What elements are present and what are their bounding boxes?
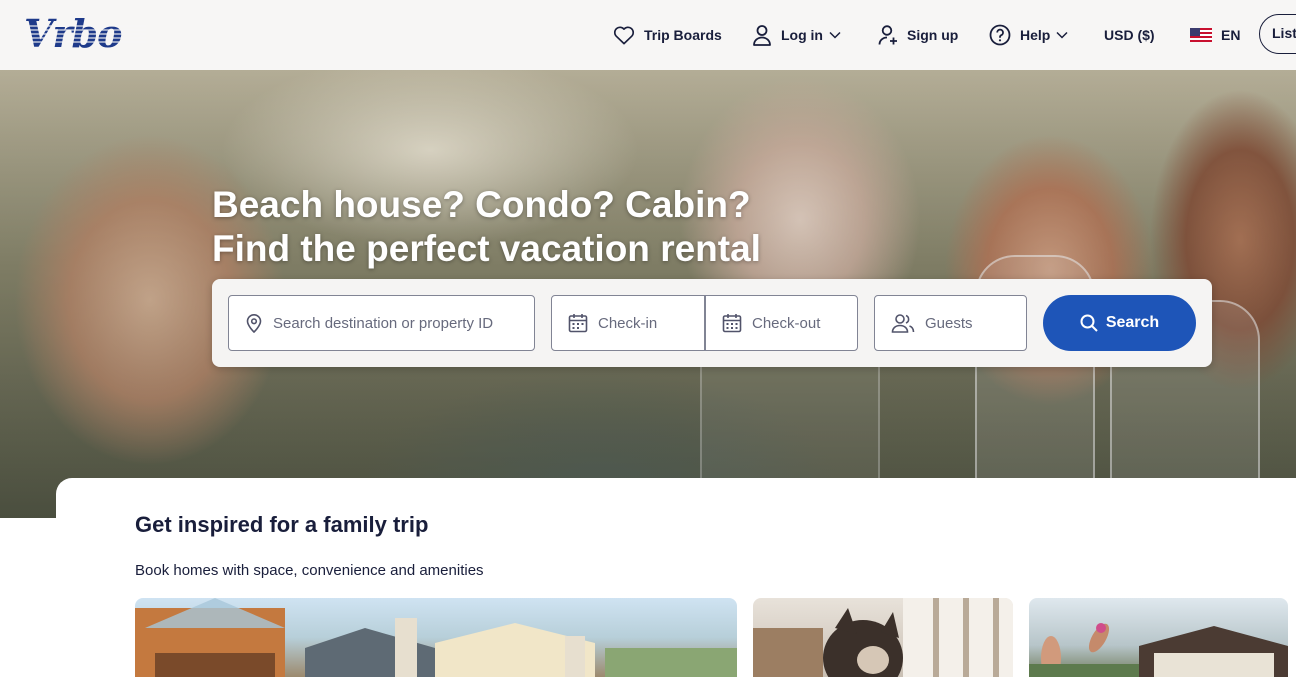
- destination-placeholder: Search destination or property ID: [273, 314, 494, 332]
- site-header: Vrbo Trip Boards Log in Sign up Help USD…: [0, 0, 1296, 70]
- pool-image: [1029, 623, 1288, 677]
- hero-title-line1: Beach house? Condo? Cabin?: [212, 184, 751, 225]
- language-label: EN: [1221, 27, 1241, 43]
- log-in-label: Log in: [781, 27, 823, 43]
- currency-selector[interactable]: USD ($): [1104, 21, 1155, 49]
- check-in-field[interactable]: Check-in: [551, 295, 705, 351]
- sign-up-link[interactable]: Sign up: [876, 21, 958, 49]
- heart-icon: [613, 26, 635, 45]
- help-circle-icon: [989, 24, 1011, 46]
- calendar-icon: [722, 314, 742, 333]
- trip-boards-link[interactable]: Trip Boards: [613, 21, 722, 49]
- currency-label: USD ($): [1104, 27, 1155, 43]
- search-button-label: Search: [1105, 314, 1160, 331]
- search-panel: Search destination or property ID Check-…: [212, 279, 1212, 367]
- language-selector[interactable]: EN: [1190, 21, 1240, 49]
- hero-title-line2: Find the perfect vacation rental: [212, 228, 761, 269]
- trip-boards-label: Trip Boards: [644, 27, 722, 43]
- check-out-field[interactable]: Check-out: [705, 295, 858, 351]
- section-subtitle: Book homes with space, convenience and a…: [135, 562, 484, 579]
- help-menu[interactable]: Help: [989, 21, 1068, 49]
- hero-image: Beach house? Condo? Cabin? Find the perf…: [0, 70, 1296, 518]
- section-title: Get inspired for a family trip: [135, 512, 429, 537]
- user-plus-icon: [878, 25, 897, 45]
- guests-placeholder: Guests: [925, 314, 973, 332]
- chevron-down-icon: [1056, 31, 1068, 39]
- search-button[interactable]: Search: [1043, 295, 1196, 351]
- list-property-button[interactable]: List: [1259, 14, 1296, 54]
- inspiration-tile[interactable]: [1029, 598, 1288, 677]
- inspiration-tile[interactable]: [753, 598, 1013, 677]
- chevron-down-icon: [829, 31, 841, 39]
- vrbo-logo[interactable]: Vrbo: [24, 14, 146, 54]
- check-out-placeholder: Check-out: [752, 314, 821, 332]
- destination-field[interactable]: Search destination or property ID: [228, 295, 535, 351]
- check-in-placeholder: Check-in: [598, 314, 658, 332]
- map-pin-icon: [246, 314, 262, 333]
- sign-up-label: Sign up: [907, 27, 959, 43]
- house-image: [135, 598, 737, 677]
- user-icon: [753, 25, 771, 46]
- guests-field[interactable]: Guests: [874, 295, 1027, 351]
- us-flag-icon: [1190, 28, 1212, 42]
- hero-title: Beach house? Condo? Cabin? Find the perf…: [212, 183, 761, 271]
- guests-icon: [891, 314, 915, 333]
- calendar-icon: [568, 314, 588, 333]
- log-in-menu[interactable]: Log in: [752, 21, 841, 49]
- inspiration-tile[interactable]: [135, 598, 737, 677]
- dog-image: [753, 598, 1013, 677]
- help-label: Help: [1020, 27, 1051, 43]
- search-icon: [1080, 314, 1098, 332]
